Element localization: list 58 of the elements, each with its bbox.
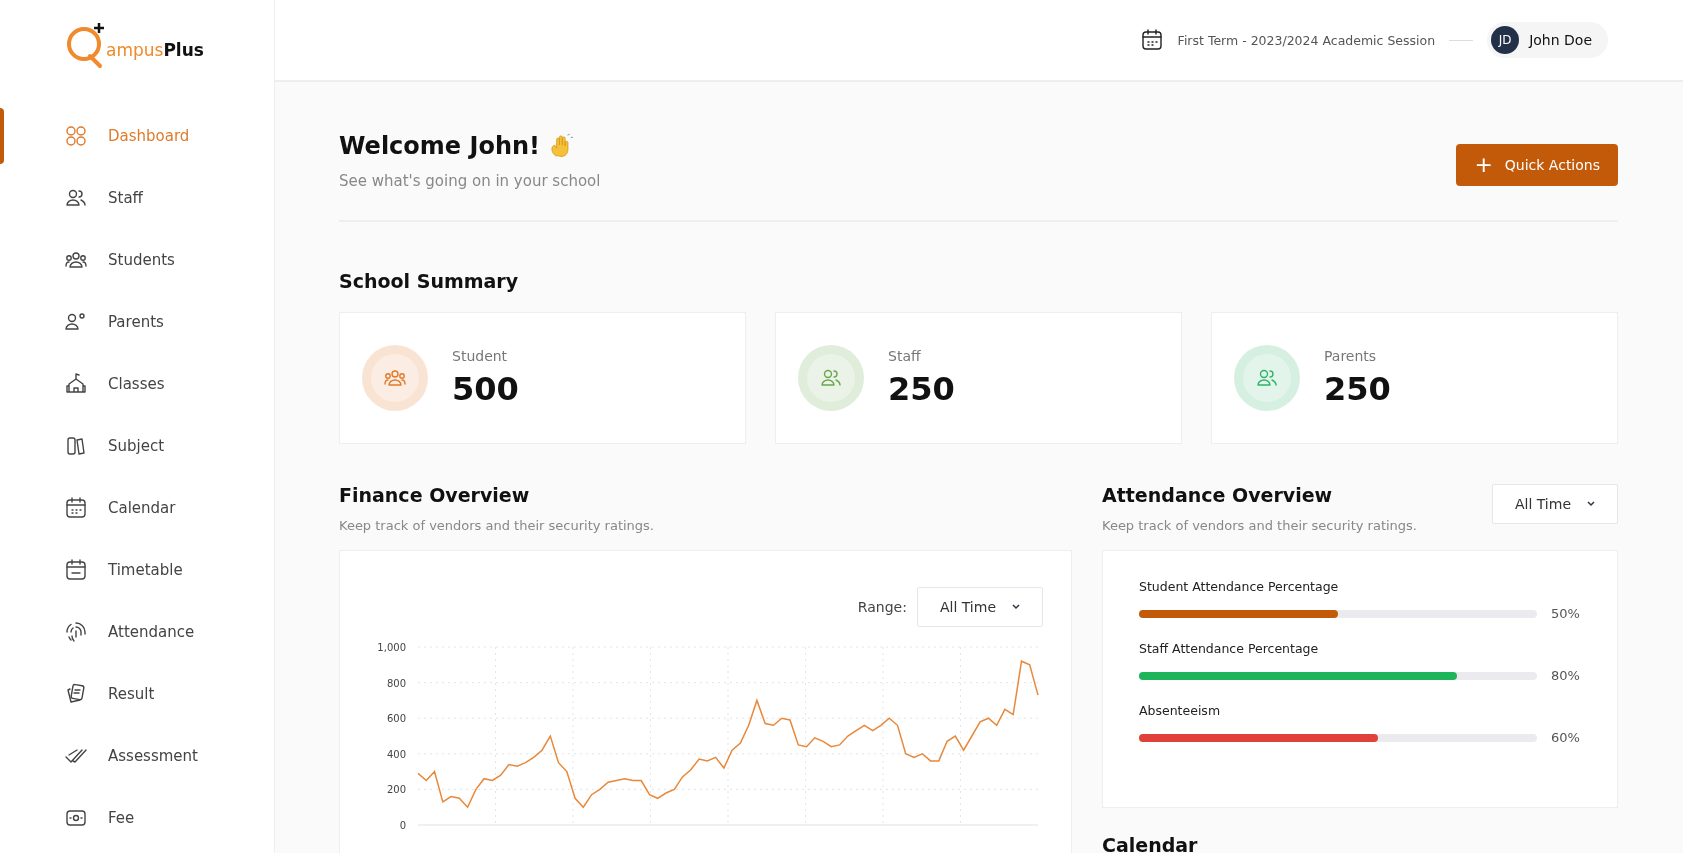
welcome-title: Welcome John! <box>339 132 540 160</box>
section-title: Calendar <box>1102 834 1199 853</box>
y-tick-label: 1,000 <box>377 642 406 653</box>
waving-hand-icon <box>548 133 574 159</box>
calendar-icon <box>64 496 88 520</box>
metric-reading: 60% <box>1551 730 1581 745</box>
y-tick-label: 200 <box>386 784 406 796</box>
caret-icon <box>1587 501 1595 507</box>
y-tick-label: 800 <box>386 677 406 689</box>
section-subtitle: Keep track of vendors and their security ratings. <box>1102 518 1417 533</box>
metric-reading: 50% <box>1551 606 1581 621</box>
sidebar-item[interactable]: Calendar <box>10 488 274 528</box>
sidebar-item[interactable]: Result <box>10 674 274 714</box>
stat-value: 250 <box>888 370 955 408</box>
fingerprint-icon <box>64 620 88 644</box>
sidebar-item[interactable]: Fee <box>10 798 274 838</box>
sidebar-item[interactable]: Attendance <box>10 612 274 652</box>
sidebar-item[interactable]: Timetable <box>10 550 274 590</box>
quick-actions-button[interactable]: + Quick Actions <box>1456 144 1618 186</box>
timetable-icon <box>64 558 88 582</box>
filter-dropdown[interactable]: All Time <box>1491 484 1618 524</box>
metric-reading: 80% <box>1551 668 1581 683</box>
calendar-icon <box>1139 28 1164 52</box>
books-icon <box>64 434 88 458</box>
y-tick-label: 400 <box>386 748 406 760</box>
y-tick-label: 0 <box>399 820 406 831</box>
stat-label: Student <box>452 348 509 364</box>
logo-text: ampus <box>106 40 164 60</box>
grid-icon <box>64 124 88 148</box>
sidebar-item[interactable]: Subject <box>10 426 274 466</box>
section-subtitle: Keep track of vendors and their security ratings. <box>339 518 654 533</box>
sidebar-item[interactable]: Students <box>10 240 274 280</box>
welcome-subtitle: See what's going on in your school <box>339 172 601 190</box>
active-indicator <box>0 108 4 164</box>
metric-label: Staff Attendance Percentage <box>1139 641 1320 656</box>
range-dropdown[interactable]: All Time <box>916 587 1043 627</box>
caret-icon <box>1012 604 1020 610</box>
section-title: Attendance Overview <box>1102 484 1334 506</box>
user-name: John Doe <box>1529 32 1592 48</box>
stat-value: 500 <box>452 370 519 408</box>
stat-label: Staff <box>888 348 922 364</box>
school-building-icon <box>64 372 88 396</box>
range-label: Range: <box>857 599 907 615</box>
user-menu[interactable]: JD John Doe <box>1487 22 1608 58</box>
metric-label: Student Attendance Percentage <box>1139 579 1340 594</box>
sidebar-item[interactable]: Assessment <box>10 736 274 776</box>
section-title: School Summary <box>339 270 520 292</box>
sidebar-item[interactable]: Parents <box>10 302 274 342</box>
sidebar-item[interactable]: Classes <box>10 364 274 404</box>
sidebar-item[interactable]: Staff <box>10 178 274 218</box>
session-label: First Term - 2023/2024 Academic Session <box>1177 32 1436 48</box>
section-title: Finance Overview <box>339 484 531 506</box>
avatar: JD <box>1491 26 1520 54</box>
y-tick-label: 600 <box>386 713 406 725</box>
metric-label: Absenteeism <box>1139 703 1222 718</box>
stat-value: 250 <box>1324 370 1391 408</box>
logo-text-bold: Plus <box>163 40 204 60</box>
stat-label: Parents <box>1324 348 1378 364</box>
